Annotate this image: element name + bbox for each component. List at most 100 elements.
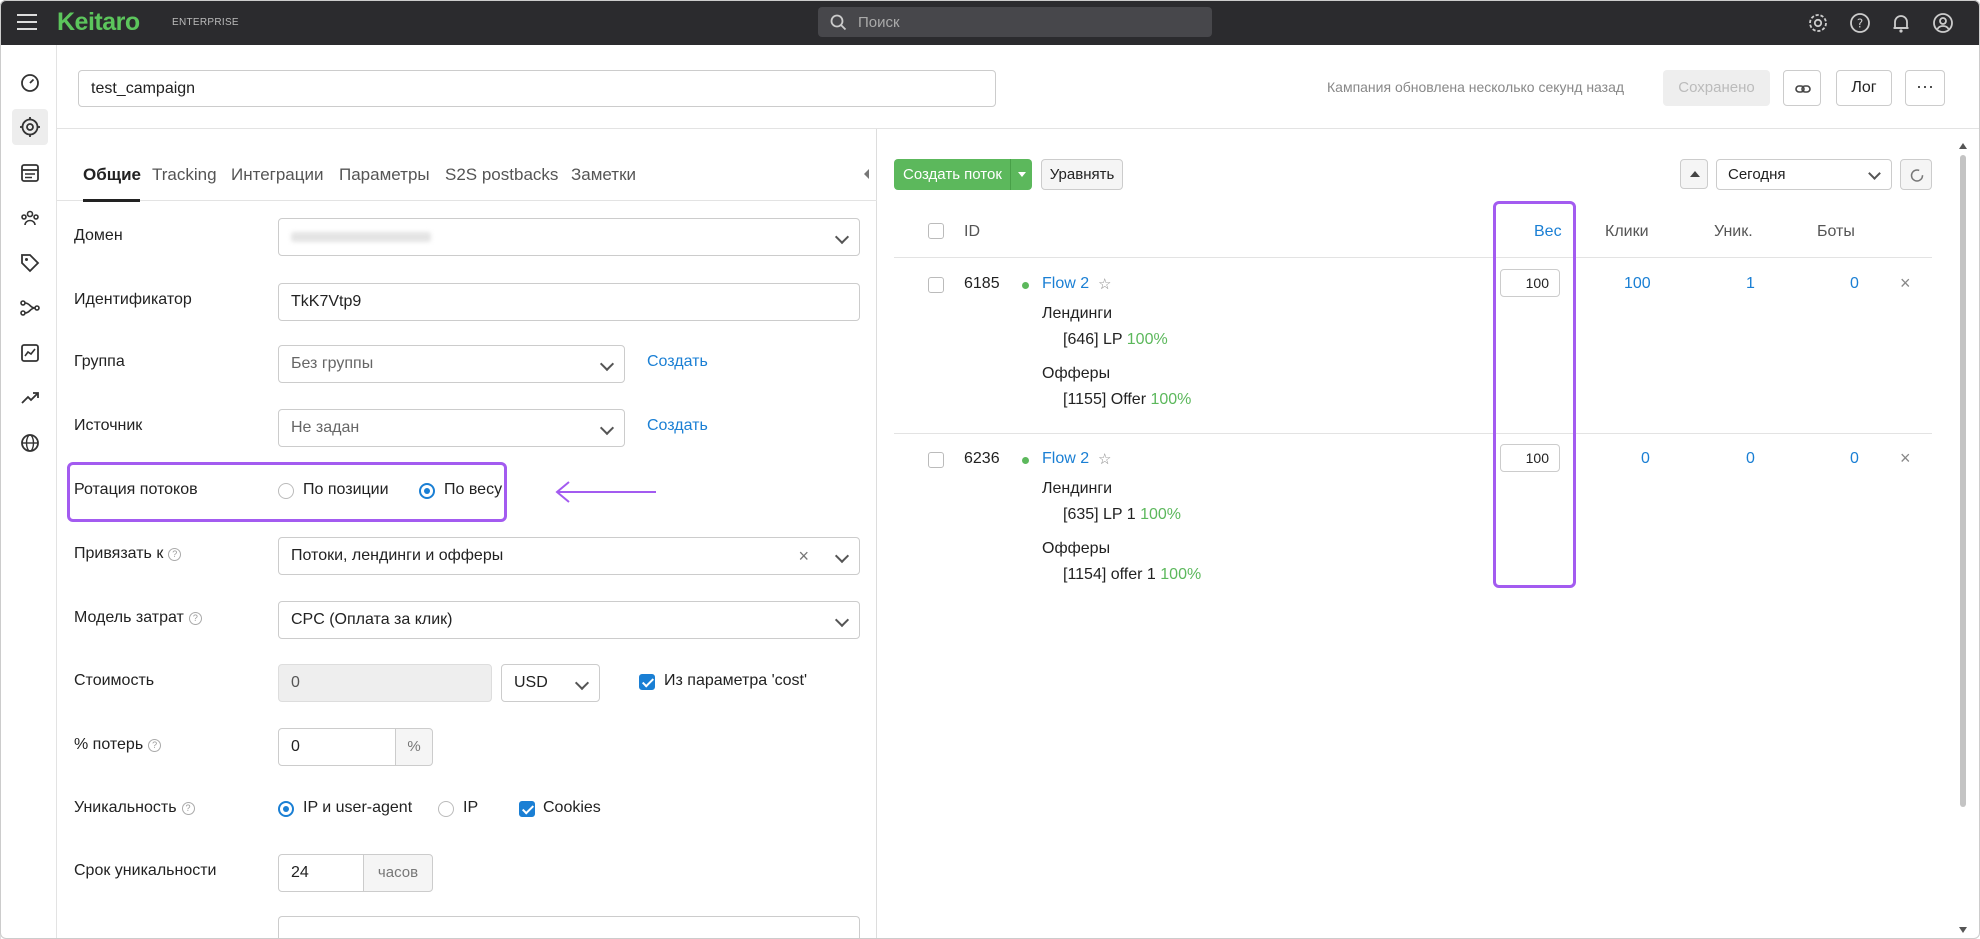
help-icon[interactable]: ? <box>188 612 202 625</box>
bots-value[interactable]: 0 <box>1850 450 1859 468</box>
sidebar-item-flows[interactable] <box>16 294 44 322</box>
rotation-weight-radio[interactable] <box>419 483 435 499</box>
clicks-value[interactable]: 0 <box>1641 450 1650 468</box>
collapse-panel-icon[interactable] <box>864 169 869 179</box>
create-flow-button[interactable]: Создать поток <box>894 159 1032 190</box>
help-icon[interactable]: ? <box>181 802 195 815</box>
landings-title: Лендинги <box>1042 480 1113 497</box>
create-source-link[interactable]: Создать <box>647 417 708 435</box>
scrollbar-thumb[interactable] <box>1960 155 1966 807</box>
create-group-link[interactable]: Создать <box>647 353 708 371</box>
cost-model-label: Модель затрат? <box>74 609 202 627</box>
tab-postbacks[interactable]: S2S postbacks <box>445 165 558 185</box>
bind-select[interactable]: Потоки, лендинги и офферы × <box>278 537 860 575</box>
cookies-checkbox[interactable] <box>519 801 535 817</box>
uniqueness-ip-ua-radio[interactable] <box>278 801 294 817</box>
currency-select[interactable]: USD <box>501 664 600 702</box>
rotation-position-radio[interactable] <box>278 483 294 499</box>
tab-notes[interactable]: Заметки <box>571 165 636 185</box>
source-select[interactable]: Не задан <box>278 409 625 447</box>
app-logo[interactable]: Keitaro <box>57 8 140 37</box>
unique-value[interactable]: 1 <box>1746 275 1755 293</box>
domain-select[interactable] <box>278 218 860 256</box>
bell-icon[interactable] <box>1889 11 1913 35</box>
tab-tracking[interactable]: Tracking <box>152 165 217 185</box>
scrollbar[interactable] <box>1958 143 1968 933</box>
select-all-checkbox[interactable] <box>928 223 944 239</box>
identifier-input[interactable]: TkK7Vtp9 <box>278 283 860 321</box>
next-field-partial[interactable] <box>278 916 860 939</box>
flow-name-link[interactable]: Flow 2 <box>1042 450 1089 468</box>
group-select[interactable]: Без группы <box>278 345 625 383</box>
sidebar-item-users[interactable] <box>16 204 44 232</box>
tab-integrations[interactable]: Интеграции <box>231 165 324 185</box>
refresh-button[interactable] <box>1900 159 1932 190</box>
sidebar-item-domains[interactable] <box>16 429 44 457</box>
bots-value[interactable]: 0 <box>1850 275 1859 293</box>
gear-icon[interactable] <box>1806 11 1830 35</box>
identifier-label: Идентификатор <box>74 291 192 308</box>
row-checkbox[interactable] <box>928 452 944 468</box>
scroll-down-icon[interactable] <box>1959 927 1967 933</box>
campaign-name-input[interactable] <box>78 70 996 107</box>
equalize-button[interactable]: Уравнять <box>1041 159 1123 190</box>
search-input[interactable] <box>858 7 1198 37</box>
star-icon[interactable]: ☆ <box>1098 450 1111 468</box>
save-button[interactable]: Сохранено <box>1663 70 1770 106</box>
menu-icon[interactable] <box>17 14 37 30</box>
chevron-down-icon <box>574 675 590 691</box>
offers-title: Офферы <box>1042 365 1111 382</box>
cookies-label[interactable]: Cookies <box>543 799 601 817</box>
remove-flow-icon[interactable]: × <box>1900 448 1911 469</box>
landing-share: 100% <box>1140 506 1182 523</box>
help-icon[interactable]: ? <box>1848 11 1872 35</box>
help-icon[interactable]: ? <box>168 548 182 561</box>
date-range-select[interactable]: Сегодня <box>1716 159 1892 190</box>
flow-name-link[interactable]: Flow 2 <box>1042 275 1089 293</box>
remove-flow-icon[interactable]: × <box>1900 273 1911 294</box>
landing-share: 100% <box>1126 331 1168 348</box>
unique-value[interactable]: 0 <box>1746 450 1755 468</box>
uniqueness-ip-label[interactable]: IP <box>463 799 478 817</box>
help-icon[interactable]: ? <box>148 739 162 752</box>
cost-input[interactable]: 0 <box>278 664 492 702</box>
campaign-settings-panel: Общие Tracking Интеграции Параметры S2S … <box>57 129 877 939</box>
tab-general[interactable]: Общие <box>83 165 141 185</box>
sidebar-item-analytics[interactable] <box>16 339 44 367</box>
tab-parameters[interactable]: Параметры <box>339 165 430 185</box>
rotation-weight-label[interactable]: По весу <box>444 481 502 499</box>
uniqueness-ip-ua-label[interactable]: IP и user-agent <box>303 799 412 817</box>
cost-param-label[interactable]: Из параметра 'cost' <box>664 672 807 690</box>
scroll-up-icon[interactable] <box>1959 143 1967 149</box>
uniq-term-suffix: часов <box>363 854 433 892</box>
user-icon[interactable] <box>1931 11 1955 35</box>
group-value: Без группы <box>291 355 374 372</box>
loss-input[interactable]: 0 <box>278 728 396 766</box>
search-box[interactable] <box>818 7 1212 37</box>
log-button[interactable]: Лог <box>1836 70 1892 106</box>
col-unique[interactable]: Уник. <box>1714 223 1753 241</box>
clicks-value[interactable]: 100 <box>1624 275 1651 293</box>
more-button[interactable]: ··· <box>1905 70 1945 106</box>
col-id[interactable]: ID <box>964 223 980 241</box>
cost-model-select[interactable]: CPC (Оплата за клик) <box>278 601 860 639</box>
sidebar-item-offers[interactable] <box>16 249 44 277</box>
sidebar-item-dashboard[interactable] <box>16 69 44 97</box>
star-icon[interactable]: ☆ <box>1098 275 1111 293</box>
create-flow-dropdown-icon[interactable] <box>1010 159 1032 190</box>
landings-title: Лендинги <box>1042 305 1113 322</box>
col-bots[interactable]: Боты <box>1817 223 1855 241</box>
uniq-term-input[interactable]: 24 <box>278 854 364 892</box>
col-clicks[interactable]: Клики <box>1605 223 1649 241</box>
cost-param-checkbox[interactable] <box>639 674 655 690</box>
link-button[interactable] <box>1783 70 1821 106</box>
sidebar-item-trends[interactable] <box>16 384 44 412</box>
trends-icon <box>21 392 39 404</box>
uniqueness-ip-radio[interactable] <box>438 801 454 817</box>
row-checkbox[interactable] <box>928 277 944 293</box>
sidebar-item-campaigns[interactable] <box>12 109 48 145</box>
rotation-position-label[interactable]: По позиции <box>303 481 389 499</box>
clear-icon[interactable]: × <box>798 538 809 574</box>
sidebar-item-reports[interactable] <box>16 159 44 187</box>
sort-up-button[interactable] <box>1680 159 1708 189</box>
